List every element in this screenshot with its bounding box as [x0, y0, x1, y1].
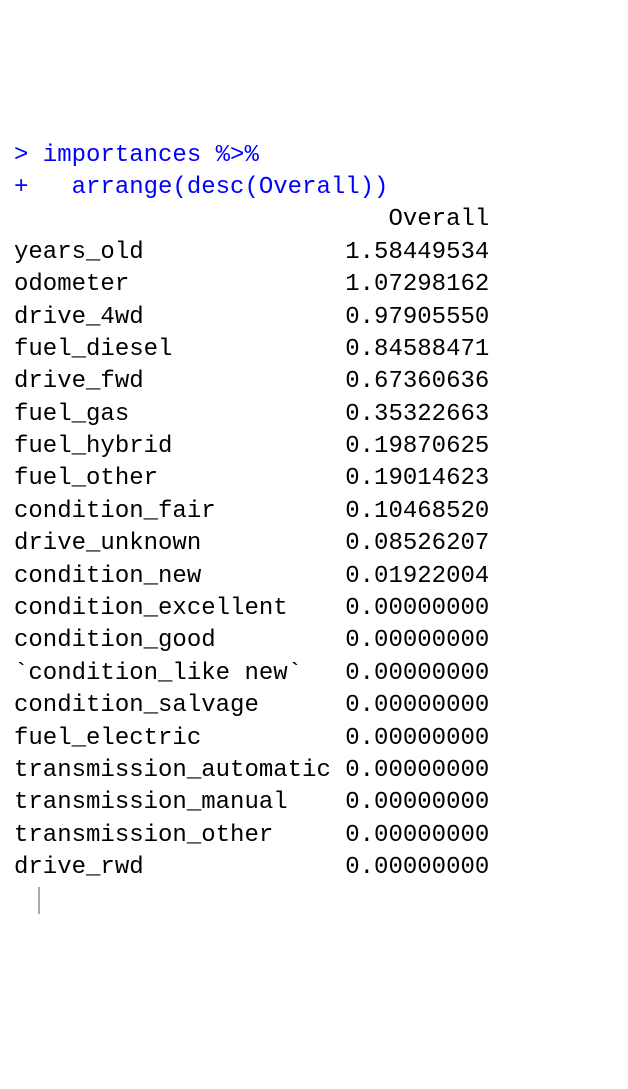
r-console[interactable]: > importances %>%+ arrange(desc(Overall)…	[14, 140, 614, 917]
output-row: transmission_other 0.00000000	[14, 820, 614, 852]
output-row: fuel_diesel 0.84588471	[14, 334, 614, 366]
output-row: transmission_automatic 0.00000000	[14, 755, 614, 787]
console-input-line-2: + arrange(desc(Overall))	[14, 172, 614, 204]
output-row: `condition_like new` 0.00000000	[14, 658, 614, 690]
console-input-line-1: > importances %>%	[14, 140, 614, 172]
output-row: fuel_other 0.19014623	[14, 463, 614, 495]
output-row: drive_rwd 0.00000000	[14, 852, 614, 884]
output-rows: years_old 1.58449534odometer 1.07298162d…	[14, 237, 614, 885]
output-row: condition_salvage 0.00000000	[14, 690, 614, 722]
output-row: condition_new 0.01922004	[14, 561, 614, 593]
output-header: Overall	[14, 204, 614, 236]
output-row: condition_excellent 0.00000000	[14, 593, 614, 625]
output-row: odometer 1.07298162	[14, 269, 614, 301]
output-row: transmission_manual 0.00000000	[14, 787, 614, 819]
output-row: drive_fwd 0.67360636	[14, 366, 614, 398]
output-row: drive_unknown 0.08526207	[14, 528, 614, 560]
output-row: fuel_hybrid 0.19870625	[14, 431, 614, 463]
output-row: years_old 1.58449534	[14, 237, 614, 269]
output-row: condition_fair 0.10468520	[14, 496, 614, 528]
output-row: fuel_gas 0.35322663	[14, 399, 614, 431]
text-cursor	[38, 887, 40, 913]
output-row: condition_good 0.00000000	[14, 625, 614, 657]
cursor-line	[14, 885, 614, 917]
output-row: fuel_electric 0.00000000	[14, 723, 614, 755]
output-row: drive_4wd 0.97905550	[14, 302, 614, 334]
